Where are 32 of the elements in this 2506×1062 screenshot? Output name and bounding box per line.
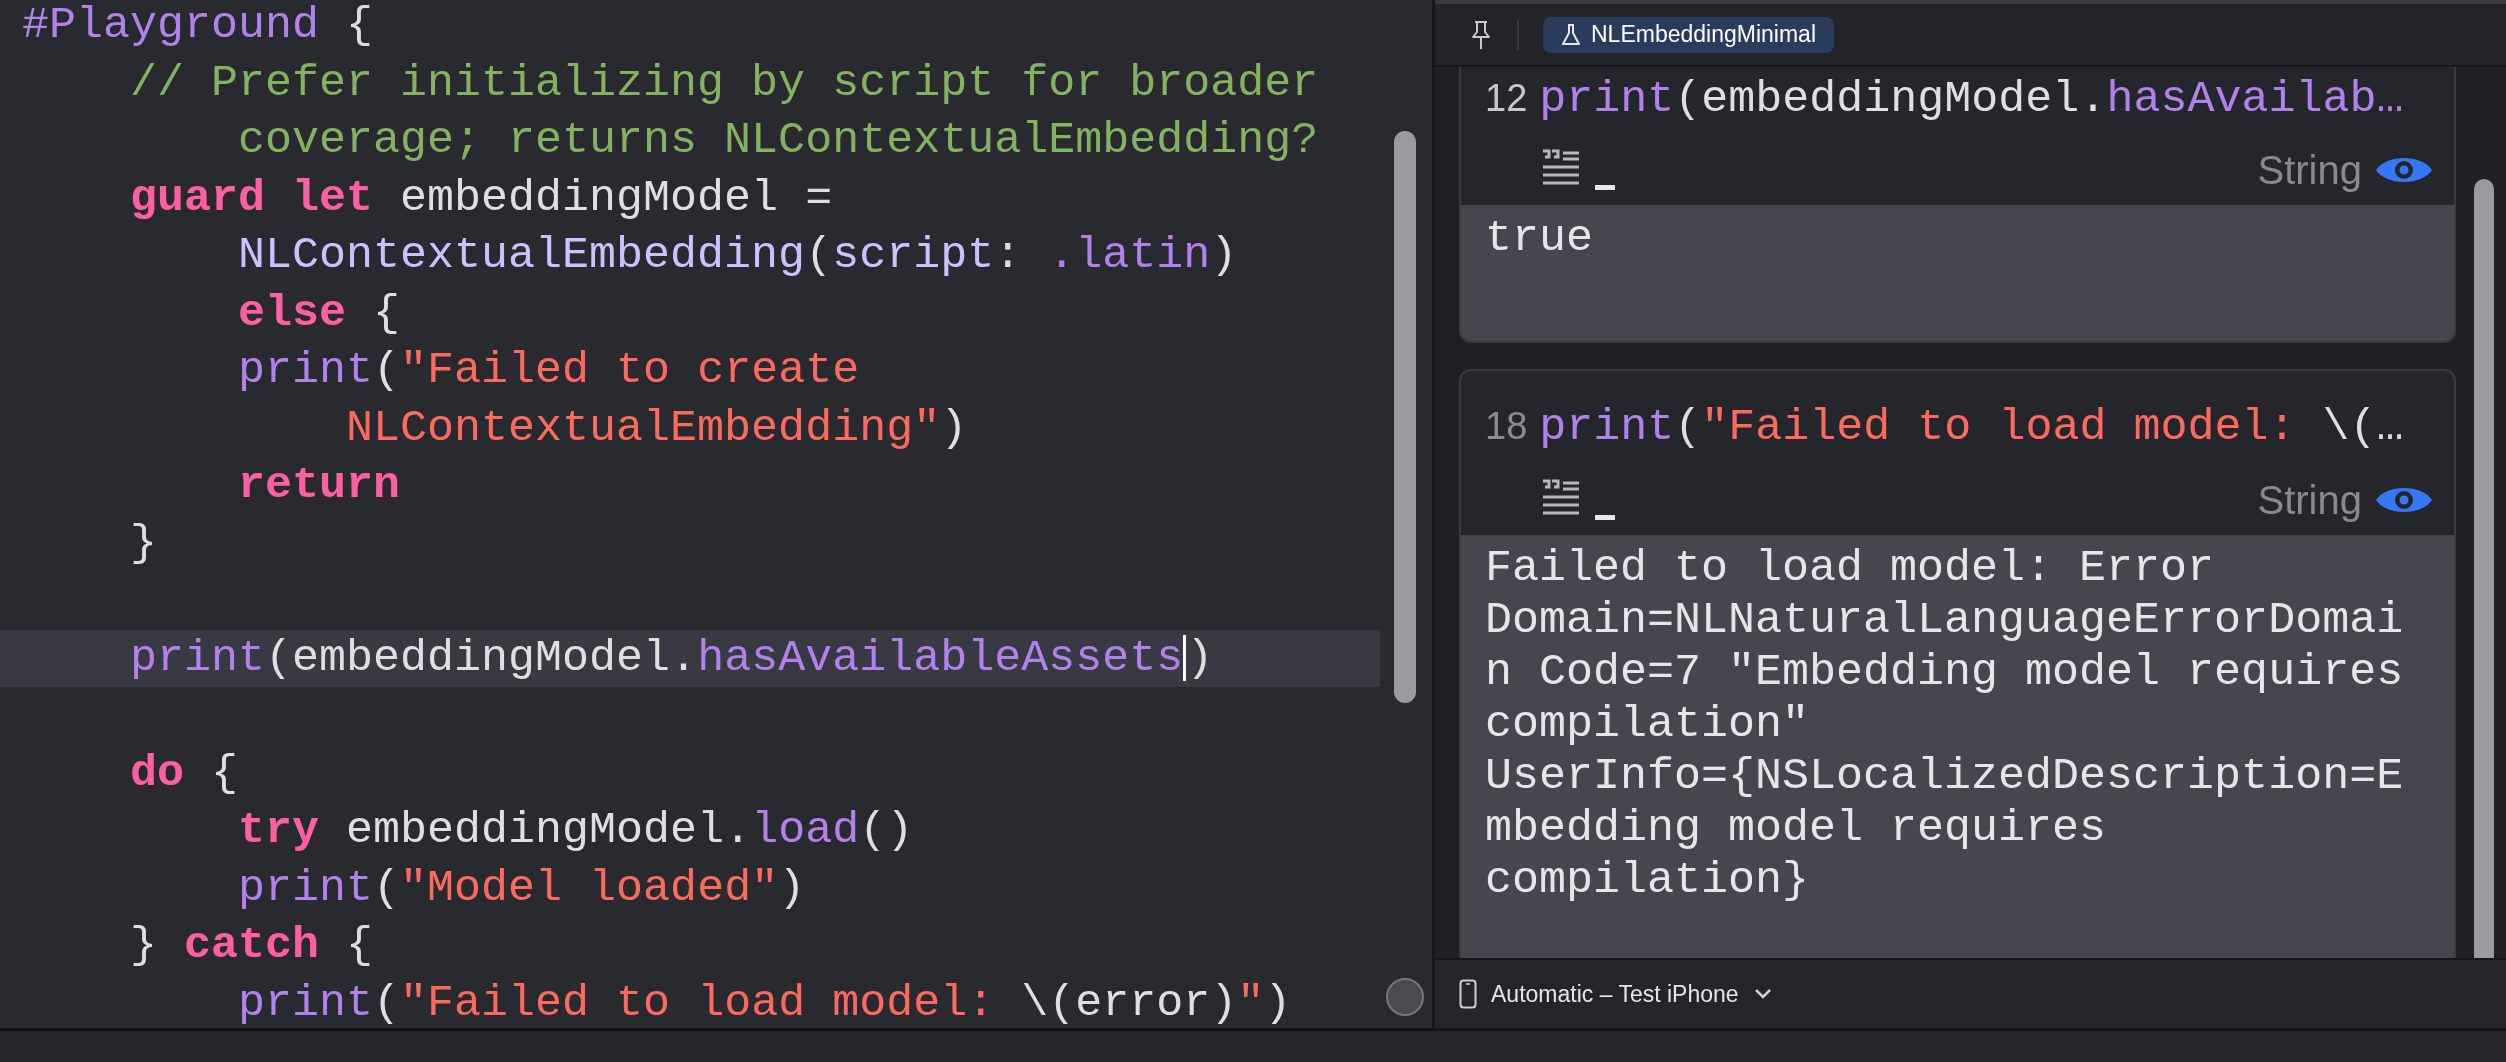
- playground-tab[interactable]: NLEmbeddingMinimal: [1543, 16, 1834, 53]
- code-line: print("Failed to create: [237, 344, 861, 398]
- code-line: print(embeddingModel.hasAvailab…: [1539, 73, 2404, 127]
- code-line: return: [237, 459, 402, 513]
- code-line: try embeddingModel.load(): [237, 804, 915, 858]
- device-selector[interactable]: Automatic – Test iPhone: [1459, 979, 1773, 1009]
- scroll-knob[interactable]: [1386, 978, 1424, 1016]
- code-line: do {: [129, 746, 240, 801]
- line-number: 12: [1485, 76, 1528, 121]
- code-line: NLContextualEmbedding(script: .latin): [237, 229, 1239, 283]
- flask-icon: [1561, 22, 1581, 47]
- scrollbar-thumb[interactable]: [1394, 131, 1416, 703]
- code-line: else {: [237, 286, 402, 341]
- code-line: print("Failed to load model: \(…: [1539, 401, 2404, 455]
- code-line: coverage; returns NLContextualEmbedding?: [237, 114, 1320, 168]
- chevron-down-icon: [1752, 987, 1773, 1001]
- code-line: }: [129, 516, 159, 571]
- phone-icon: [1459, 979, 1477, 1009]
- scrollbar-thumb[interactable]: [2474, 179, 2494, 958]
- code-line: NLContextualEmbedding"): [345, 401, 969, 456]
- result-text: Failed to load model: Error Domain=NLNaturalLanguageErrorDomain Code=7 "Embedding model requires compilation" UserInfo={NSLocalizedDescription=Embedding model requires compilation}: [1485, 543, 2404, 907]
- code-line: // Prefer initializing by script for broader: [129, 56, 1320, 111]
- type-label: String: [2257, 147, 2362, 193]
- code-line: print("Model loaded"): [237, 861, 807, 916]
- line-number: 18: [1485, 404, 1528, 449]
- code-line: print("Failed to load model: \(error)"): [237, 976, 1293, 1028]
- code-line: } catch {: [129, 919, 375, 973]
- result-text: true: [1485, 213, 1595, 265]
- code-line: #Playground {: [21, 0, 375, 53]
- code-line: guard let embeddingModel =: [129, 171, 834, 226]
- type-label: String: [2257, 477, 2362, 523]
- pin-icon[interactable]: [1469, 19, 1493, 50]
